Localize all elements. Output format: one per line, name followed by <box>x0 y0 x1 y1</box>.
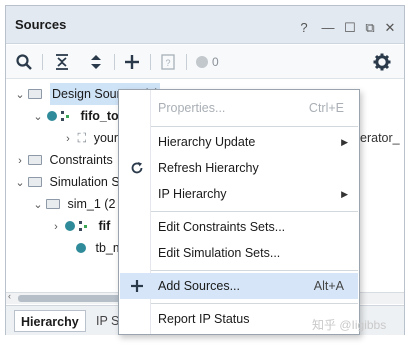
float-icon[interactable]: ⧉ <box>362 20 378 36</box>
watermark: 知乎 @Iigibbs <box>312 318 387 332</box>
chevron-right-icon[interactable]: › <box>14 150 26 172</box>
status-dot-icon <box>196 56 208 68</box>
folder-icon <box>46 199 60 209</box>
scroll-left-icon[interactable]: ‹ <box>8 291 11 301</box>
plus-icon <box>131 280 143 292</box>
chevron-down-icon[interactable]: ⌄ <box>14 172 26 194</box>
folder-icon <box>28 89 42 99</box>
menu-item-ip-hierarchy[interactable]: IP Hierarchy ▶ <box>120 181 358 207</box>
submenu-arrow-icon: ▶ <box>341 137 348 147</box>
hierarchy-icon <box>78 221 91 231</box>
menu-item-edit-simulation-sets[interactable]: Edit Simulation Sets... <box>120 240 358 266</box>
tree-item-constraints[interactable]: › Constraints <box>14 149 113 171</box>
svg-text:?: ? <box>165 58 170 68</box>
tree-row-design-sources: ⌄ <box>14 83 46 105</box>
menu-item-add-sources[interactable]: Add Sources... Alt+A <box>120 273 358 299</box>
folder-icon <box>28 155 42 165</box>
panel-titlebar: Sources ? — ☐ ⧉ ✕ <box>6 6 404 44</box>
tree-item-simulation-sources[interactable]: ⌄ Simulation S <box>14 171 119 194</box>
panel-title: Sources <box>15 17 67 32</box>
chevron-down-icon[interactable]: ⌄ <box>32 106 44 128</box>
tree-item-tb[interactable]: tb_m <box>76 237 123 259</box>
module-dot-icon <box>65 221 76 231</box>
tree-overflow-text: erator_ <box>360 131 400 145</box>
ip-chip-icon: ⛶ <box>77 131 87 145</box>
menu-item-hierarchy-update[interactable]: Hierarchy Update ▶ <box>120 129 358 155</box>
chevron-right-icon[interactable]: › <box>62 128 74 150</box>
collapse-all-icon[interactable] <box>52 52 72 72</box>
search-icon[interactable] <box>14 52 34 72</box>
close-icon[interactable]: ✕ <box>382 20 398 36</box>
chevron-down-icon[interactable]: ⌄ <box>32 194 44 216</box>
chevron-right-icon[interactable]: › <box>50 216 62 238</box>
help-icon[interactable]: ? <box>296 20 312 36</box>
panel-toolbar: ? 0 <box>6 45 404 79</box>
refresh-icon <box>131 162 143 174</box>
tree-item-fifo-top[interactable]: ⌄ fifo_to <box>32 105 118 128</box>
submenu-arrow-icon: ▶ <box>341 189 348 199</box>
properties-icon[interactable]: ? <box>158 52 178 72</box>
menu-item-refresh-hierarchy[interactable]: Refresh Hierarchy <box>120 155 358 181</box>
tab-hierarchy[interactable]: Hierarchy <box>14 310 86 332</box>
menu-item-edit-constraints-sets[interactable]: Edit Constraints Sets... <box>120 214 358 240</box>
tree-item-ip[interactable]: › ⛶ your <box>62 127 118 149</box>
folder-icon <box>28 177 42 187</box>
chevron-down-icon[interactable]: ⌄ <box>14 84 26 106</box>
add-sources-icon[interactable] <box>122 52 142 72</box>
hierarchy-icon <box>60 111 73 121</box>
module-dot-icon <box>47 111 58 121</box>
context-menu: Properties... Ctrl+E Hierarchy Update ▶ … <box>118 89 360 335</box>
minimize-icon[interactable]: — <box>320 20 336 36</box>
tree-item-sim-1[interactable]: ⌄ sim_1 (2 <box>32 193 115 215</box>
menu-item-properties[interactable]: Properties... Ctrl+E <box>120 95 358 121</box>
module-dot-icon <box>76 243 86 253</box>
expand-all-icon[interactable] <box>86 52 106 72</box>
message-count: 0 <box>212 55 219 69</box>
tree-item-fifo-sim[interactable]: › fif <box>50 215 110 237</box>
maximize-icon[interactable]: ☐ <box>342 20 358 36</box>
settings-gear-icon[interactable] <box>372 52 392 72</box>
